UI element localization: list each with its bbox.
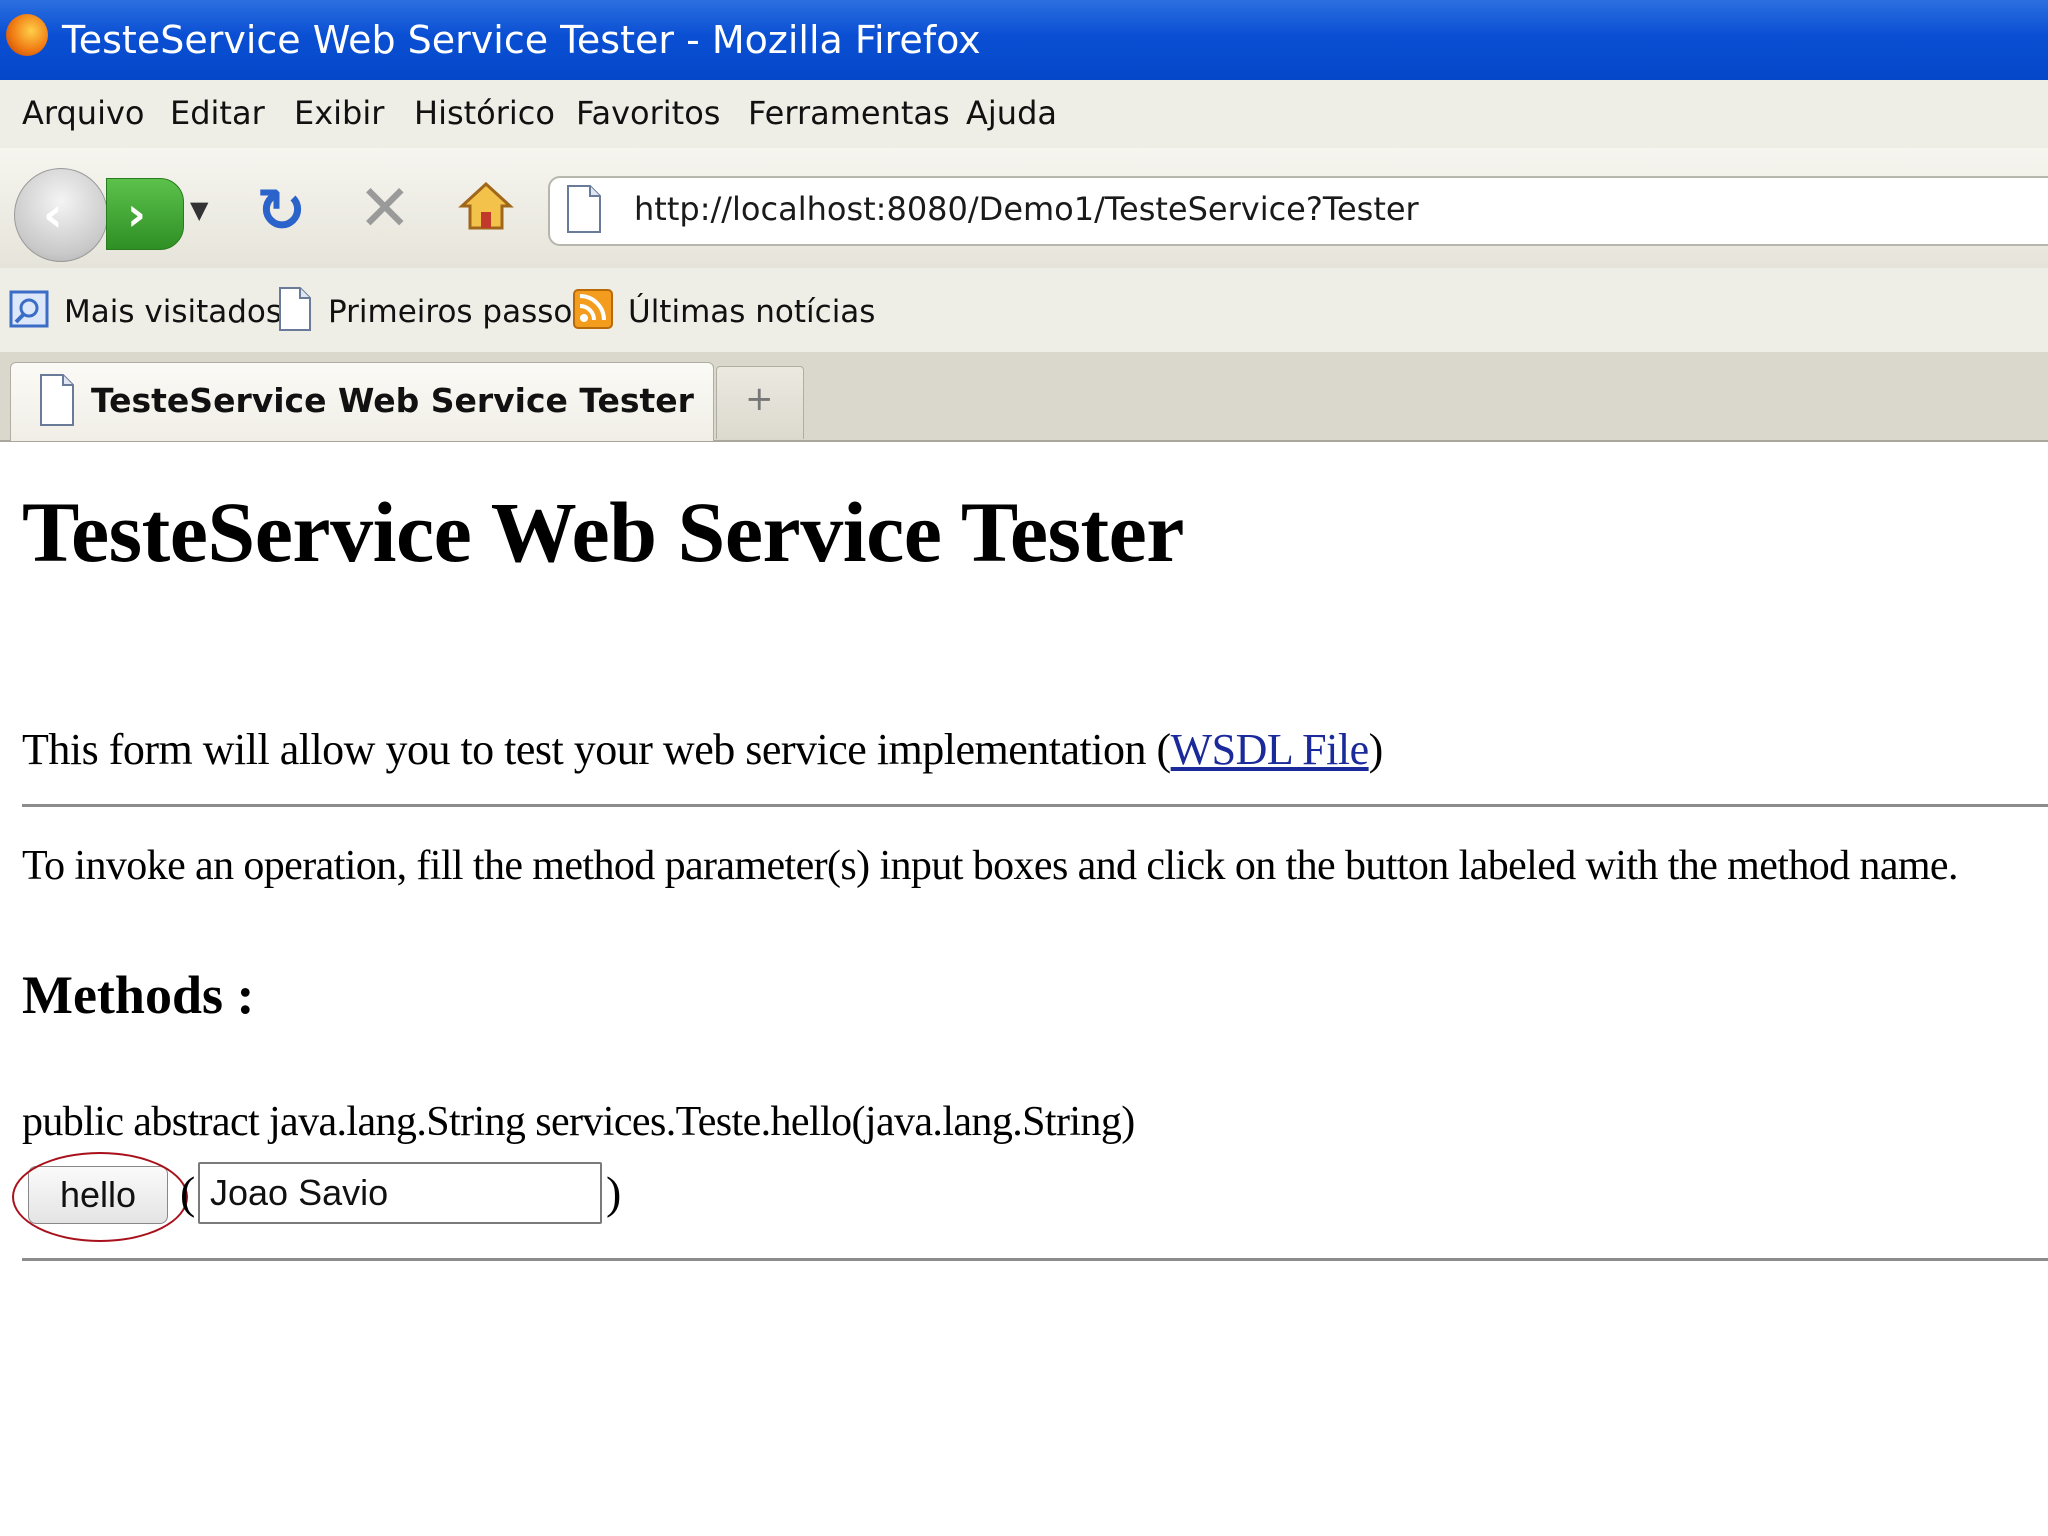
back-arrow-icon: ‹	[43, 187, 63, 243]
menu-bar: Arquivo Editar Exibir Histórico Favorito…	[0, 80, 2048, 149]
intro-text: This form will allow you to test your we…	[22, 725, 1171, 774]
parameter-input[interactable]	[198, 1162, 602, 1224]
stop-icon[interactable]: ✕	[358, 172, 412, 246]
menu-item-favoritos[interactable]: Favoritos	[576, 94, 720, 132]
page-icon	[279, 287, 311, 331]
menu-item-ajuda[interactable]: Ajuda	[966, 94, 1057, 132]
window-title: TesteService Web Service Tester - Mozill…	[62, 18, 981, 62]
page-icon	[567, 185, 601, 233]
forward-button[interactable]: ›	[106, 178, 184, 250]
divider	[22, 1258, 2048, 1261]
method-invoke-row: hello ( )	[12, 1152, 722, 1242]
menu-item-editar[interactable]: Editar	[170, 94, 265, 132]
tab-label: TesteService Web Service Tester	[91, 381, 694, 420]
divider	[22, 804, 2048, 807]
forward-arrow-icon: ›	[127, 187, 146, 241]
open-paren: (	[180, 1167, 196, 1218]
bookmark-mais-visitados[interactable]: Mais visitados	[64, 294, 282, 330]
bookmark-primeiros-passos[interactable]: Primeiros passos	[328, 294, 589, 330]
plus-icon: +	[745, 379, 774, 419]
most-visited-icon	[9, 290, 49, 328]
history-dropdown-icon[interactable]: ▼	[190, 196, 208, 224]
hello-method-button[interactable]: hello	[28, 1166, 168, 1224]
menu-item-historico[interactable]: Histórico	[414, 94, 555, 132]
instructions-text: To invoke an operation, fill the method …	[22, 843, 1958, 889]
home-icon[interactable]	[458, 178, 514, 234]
tab-testeservice[interactable]: TesteService Web Service Tester	[10, 362, 714, 441]
new-tab-button[interactable]: +	[716, 366, 804, 439]
page-content: TesteService Web Service Tester This for…	[0, 442, 2048, 1536]
reload-icon[interactable]: ↻	[256, 176, 306, 246]
window-title-bar: TesteService Web Service Tester - Mozill…	[0, 0, 2048, 80]
wsdl-file-link[interactable]: WSDL File	[1171, 725, 1369, 774]
address-bar-url[interactable]: http://localhost:8080/Demo1/TesteService…	[634, 190, 1419, 228]
back-button[interactable]: ‹	[14, 168, 108, 262]
menu-item-arquivo[interactable]: Arquivo	[22, 94, 144, 132]
firefox-logo-icon	[6, 14, 48, 56]
close-paren: )	[606, 1167, 622, 1218]
intro-paragraph: This form will allow you to test your we…	[22, 724, 1383, 775]
page-title: TesteService Web Service Tester	[22, 484, 1184, 580]
methods-heading: Methods :	[22, 965, 255, 1025]
method-signature: public abstract java.lang.String service…	[22, 1099, 1135, 1145]
bookmark-ultimas-noticias[interactable]: Últimas notícias	[628, 294, 875, 330]
intro-close-paren: )	[1368, 725, 1384, 774]
menu-item-exibir[interactable]: Exibir	[294, 94, 384, 132]
rss-feed-icon	[573, 289, 613, 329]
menu-item-ferramentas[interactable]: Ferramentas	[748, 94, 950, 132]
page-icon	[40, 374, 74, 426]
